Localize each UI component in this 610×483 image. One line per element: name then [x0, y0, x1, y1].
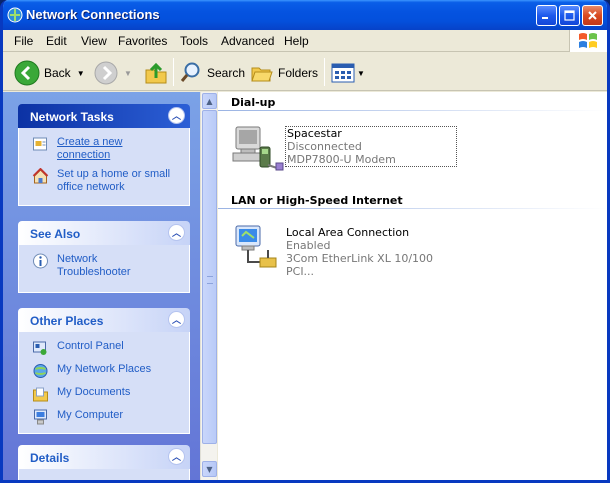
see-also-panel: See Also ︿ Network Troubleshooter: [18, 221, 190, 293]
search-label: Search: [207, 66, 246, 80]
title-bar[interactable]: Network Connections: [3, 0, 607, 30]
details-header[interactable]: Details ︿: [18, 445, 190, 469]
new-connection-icon: [33, 137, 47, 151]
collapse-chevron-icon[interactable]: ︿: [168, 311, 185, 328]
network-tasks-body: Create a new connection Set up a home or…: [18, 128, 190, 206]
menu-help[interactable]: Help: [284, 34, 309, 48]
close-icon: [588, 11, 597, 20]
back-dropdown-icon[interactable]: ▼: [77, 69, 85, 78]
connection-device: 3Com EtherLink XL 10/100 PCI...: [286, 252, 434, 278]
details-body: [18, 469, 190, 480]
create-connection-link[interactable]: Create a new connection: [19, 136, 189, 162]
network-tasks-header[interactable]: Network Tasks ︿: [18, 104, 190, 128]
lan-connection-icon: [235, 225, 277, 268]
other-places-title: Other Places: [30, 314, 104, 328]
minimize-icon: [542, 17, 548, 19]
see-also-title: See Also: [30, 227, 81, 241]
toolbar: Back ▼ ▼ Search Folders ▼: [3, 53, 607, 91]
control-panel-icon: [33, 341, 47, 355]
my-documents-link[interactable]: My Documents: [19, 386, 189, 402]
menu-advanced[interactable]: Advanced: [221, 34, 274, 48]
views-icon: [331, 63, 355, 83]
network-tasks-title: Network Tasks: [30, 110, 114, 124]
scroll-thumb[interactable]: [202, 110, 217, 444]
search-button[interactable]: Search: [179, 59, 245, 87]
connection-device: MDP7800-U Modem: [287, 153, 396, 166]
forward-dropdown-icon[interactable]: ▼: [124, 69, 132, 78]
connection-status: Disconnected: [287, 140, 362, 153]
other-places-panel: Other Places ︿ Control Panel My Network …: [18, 308, 190, 434]
group-header-lan: LAN or High-Speed Internet: [231, 194, 403, 207]
menu-favorites[interactable]: Favorites: [118, 34, 167, 48]
toolbar-separator: [173, 58, 174, 86]
folders-icon: [251, 67, 273, 82]
menu-tools[interactable]: Tools: [180, 34, 208, 48]
other-places-header[interactable]: Other Places ︿: [18, 308, 190, 332]
group-divider: [218, 208, 607, 209]
see-also-header[interactable]: See Also ︿: [18, 221, 190, 245]
back-label: Back: [44, 66, 71, 80]
group-header-dialup: Dial-up: [231, 96, 276, 109]
search-icon: [180, 62, 200, 82]
details-title: Details: [30, 451, 70, 465]
details-panel: Details ︿: [18, 445, 190, 480]
folders-label: Folders: [278, 66, 319, 80]
task-pane-scrollbar[interactable]: ▲ ▼: [200, 92, 217, 480]
network-troubleshooter-link[interactable]: Network Troubleshooter: [19, 253, 189, 279]
my-network-places-link[interactable]: My Network Places: [19, 363, 189, 379]
connection-name: Spacestar: [287, 127, 342, 140]
menu-bar: File Edit View Favorites Tools Advanced …: [3, 30, 607, 52]
group-divider: [218, 110, 607, 111]
minimize-button[interactable]: [536, 5, 557, 26]
windows-logo: [569, 30, 607, 52]
setup-home-network-link[interactable]: Set up a home or small office network: [19, 168, 189, 194]
menu-edit[interactable]: Edit: [46, 34, 67, 48]
forward-button[interactable]: ▼: [94, 59, 132, 87]
collapse-chevron-icon[interactable]: ︿: [168, 224, 185, 241]
home-network-icon: [32, 168, 49, 184]
network-places-icon: [33, 364, 48, 378]
forward-arrow-icon: [94, 61, 118, 85]
scroll-grip: [207, 276, 213, 284]
window-title: Network Connections: [26, 7, 160, 22]
views-button[interactable]: ▼: [331, 59, 365, 87]
folders-button[interactable]: Folders: [250, 59, 318, 87]
up-folder-button[interactable]: [144, 59, 168, 87]
views-dropdown-icon[interactable]: ▼: [357, 69, 365, 78]
menu-file[interactable]: File: [14, 34, 33, 48]
connections-view: Dial-up Spacestar Disconnected MDP7800-U…: [218, 92, 607, 480]
task-pane: Network Tasks ︿ Create a new connection: [3, 92, 200, 480]
menu-view[interactable]: View: [81, 34, 107, 48]
network-tasks-panel: Network Tasks ︿ Create a new connection: [18, 104, 190, 206]
maximize-button[interactable]: [559, 5, 580, 26]
other-places-body: Control Panel My Network Places My Docum…: [18, 332, 190, 434]
toolbar-separator: [324, 58, 325, 86]
expand-chevron-icon[interactable]: ︿: [168, 448, 185, 465]
see-also-body: Network Troubleshooter: [18, 245, 190, 293]
scroll-up-button[interactable]: ▲: [202, 93, 217, 109]
documents-folder-icon: [33, 387, 48, 402]
close-button[interactable]: [582, 5, 603, 26]
collapse-chevron-icon[interactable]: ︿: [168, 107, 185, 124]
network-connections-window: Network Connections File Edit View Favor…: [0, 0, 610, 483]
info-icon: [33, 253, 48, 269]
back-button[interactable]: Back ▼: [14, 59, 85, 87]
dialup-modem-icon: [232, 126, 284, 171]
windows-flag-icon: [579, 33, 597, 48]
back-arrow-icon: [14, 60, 40, 86]
scroll-down-button[interactable]: ▼: [202, 461, 217, 477]
connection-name: Local Area Connection: [286, 226, 410, 239]
up-folder-icon: [145, 62, 167, 84]
maximize-icon: [564, 10, 575, 21]
my-computer-link[interactable]: My Computer: [19, 409, 189, 425]
connection-status: Enabled: [286, 239, 331, 252]
control-panel-link[interactable]: Control Panel: [19, 340, 189, 356]
network-connections-icon: [7, 7, 23, 23]
computer-icon: [34, 409, 47, 425]
